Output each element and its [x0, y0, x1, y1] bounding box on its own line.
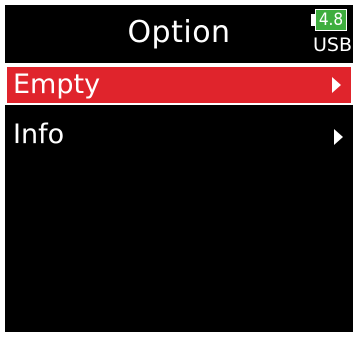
menu-item-empty[interactable]: Empty	[5, 65, 353, 105]
menu-item-info[interactable]: Info	[5, 117, 353, 157]
arrow-right-icon	[332, 77, 341, 93]
battery-indicator: 4.8 USB	[311, 9, 353, 59]
option-menu: Empty Info	[5, 65, 353, 157]
battery-level: 4.8	[315, 9, 347, 31]
menu-item-label: Empty	[13, 69, 101, 100]
power-source-label: USB	[313, 34, 353, 56]
menu-item-label: Info	[13, 119, 65, 150]
page-title: Option	[127, 15, 231, 50]
device-screen: Option 4.8 USB Empty Info	[5, 5, 353, 332]
arrow-right-icon	[334, 129, 343, 145]
title-bar: Option 4.8 USB	[5, 5, 353, 65]
